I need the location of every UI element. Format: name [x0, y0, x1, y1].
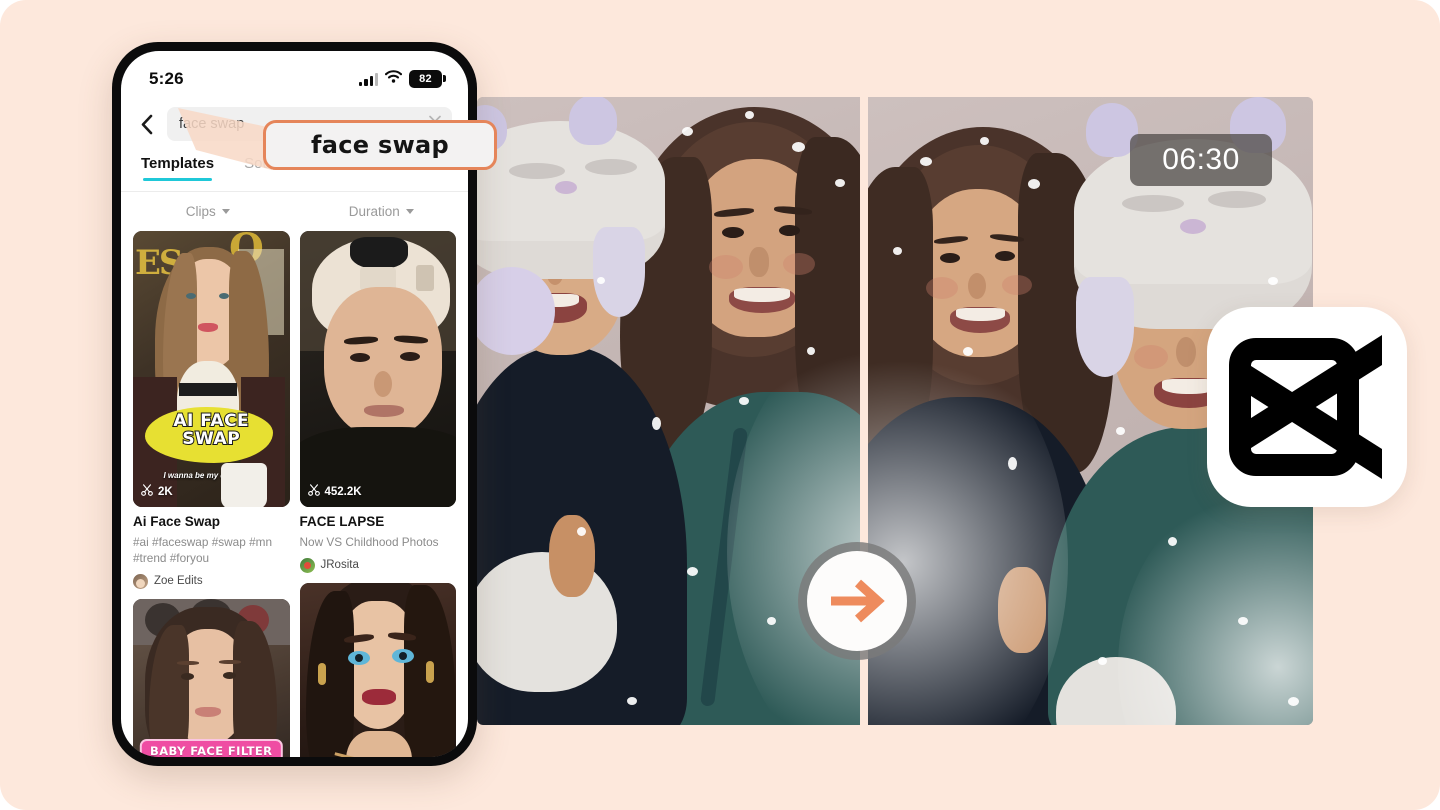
- arrow-disc: [807, 551, 907, 651]
- template-description: Now VS Childhood Photos: [299, 534, 439, 549]
- template-grid: ES O: [121, 231, 468, 757]
- search-query: face swap: [179, 116, 245, 132]
- avatar: [133, 573, 148, 589]
- template-thumbnail[interactable]: 452.2K: [299, 231, 456, 507]
- filter-duration[interactable]: Duration: [295, 204, 469, 219]
- template-thumbnail[interactable]: [299, 582, 456, 757]
- template-card[interactable]: [299, 582, 456, 757]
- search-callout: face swap: [263, 120, 497, 170]
- template-thumbnail[interactable]: BABY FACE FILTER: [133, 598, 290, 757]
- template-thumbnail[interactable]: ES O: [133, 231, 290, 507]
- author-name: Zoe Edits: [154, 575, 203, 588]
- clips-badge: 452.2K: [307, 484, 362, 499]
- template-card[interactable]: 452.2K FACE LAPSE Now VS Childhood Photo…: [299, 231, 457, 573]
- chevron-down-icon: [221, 208, 230, 214]
- scissors-icon: [141, 484, 153, 499]
- arrow-right-icon: [827, 575, 887, 627]
- signal-bars-icon: [359, 72, 378, 86]
- filter-clips[interactable]: Clips: [121, 204, 295, 219]
- status-bar: 5:26 82: [121, 51, 468, 97]
- chevron-down-icon: [405, 208, 414, 214]
- poster-canvas: 06:30 5:26 82 face swap Templates Clips …: [0, 0, 1440, 810]
- next-arrow-button[interactable]: [798, 542, 916, 660]
- tab-divider: [121, 191, 468, 192]
- template-description: #ai #faceswap #swap #mn #trend #foryou: [133, 534, 273, 565]
- template-title: Ai Face Swap: [133, 514, 221, 529]
- thumb-overlay-title-2: SWAP: [181, 429, 241, 449]
- capcut-logo: [1207, 307, 1407, 507]
- template-card[interactable]: BABY FACE FILTER: [133, 598, 290, 757]
- thumb-overlay-title: BABY FACE FILTER: [140, 738, 283, 757]
- grid-column-left: ES O: [133, 231, 290, 757]
- template-author[interactable]: Zoe Edits: [133, 573, 290, 589]
- clips-count: 2K: [158, 485, 173, 498]
- scissors-icon: [307, 484, 320, 499]
- template-title: FACE LAPSE: [299, 514, 385, 529]
- filter-clips-label: Clips: [185, 203, 216, 219]
- filter-row: Clips Duration: [121, 193, 468, 229]
- template-card[interactable]: ES O: [133, 231, 290, 589]
- battery-icon: 82: [409, 70, 446, 88]
- battery-level: 82: [419, 73, 432, 85]
- avatar: [299, 557, 315, 573]
- filter-duration-label: Duration: [348, 203, 400, 219]
- status-time: 5:26: [149, 69, 184, 88]
- chevron-left-icon[interactable]: [135, 109, 157, 139]
- grid-column-right: 452.2K FACE LAPSE Now VS Childhood Photo…: [299, 231, 457, 757]
- clips-badge: 2K: [141, 484, 173, 499]
- wifi-icon: [384, 70, 403, 88]
- tab-templates[interactable]: Templates: [141, 155, 214, 181]
- callout-text: face swap: [310, 131, 450, 159]
- thumb-overlay-title: AI FACE: [172, 411, 250, 431]
- author-name: JRosita: [320, 559, 359, 572]
- clips-count: 452.2K: [324, 485, 362, 498]
- template-author[interactable]: JRosita: [299, 557, 457, 573]
